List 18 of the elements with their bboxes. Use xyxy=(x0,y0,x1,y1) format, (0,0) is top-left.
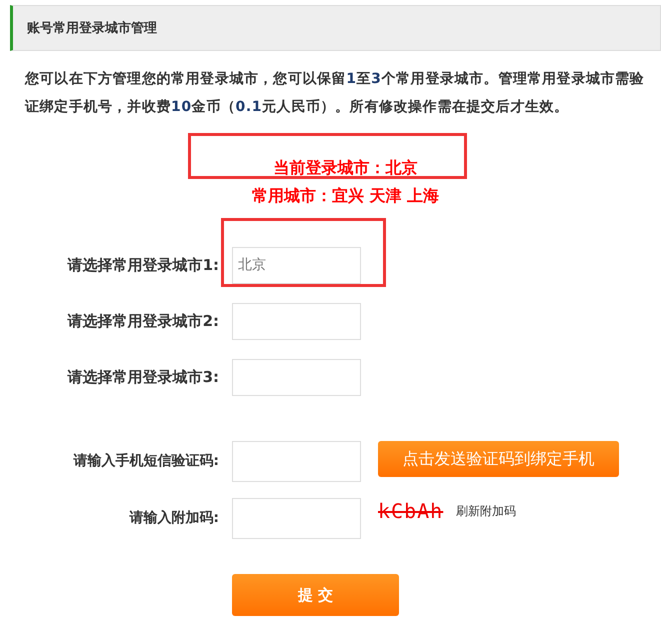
field-label: 请选择常用登录城市3: xyxy=(66,368,219,386)
field-label: 请选择常用登录城市2: xyxy=(66,312,219,330)
current-city-text: 当前登录城市：北京 xyxy=(272,157,418,179)
submit-button[interactable]: 提 交 xyxy=(232,574,399,616)
send-code-button[interactable]: 点击发送验证码到绑定手机 xyxy=(378,441,619,477)
city-input-field[interactable] xyxy=(232,302,361,340)
captcha-input-field[interactable] xyxy=(232,498,361,539)
city-input-field[interactable] xyxy=(232,358,361,396)
intro-text: 您可以在下方管理您的常用登录城市，您可以保留1至3个常用登录城市。管理常用登录城市需验证绑定手机号，并收费10金币（0.1元人民币）。所有修改操作需在提交后才生效。 xyxy=(25,70,646,117)
field-label: 请选择常用登录城市1: xyxy=(66,256,219,274)
frequent-cities-text: 常用城市：宜兴 天津 上海 xyxy=(250,185,440,207)
city-input-field[interactable]: 北京 xyxy=(232,246,361,284)
field-label: 请输入手机短信验证码: xyxy=(72,452,219,471)
sms-code-input-field[interactable] xyxy=(232,441,361,482)
captcha-code[interactable]: kCbAh xyxy=(378,498,444,524)
section-title: 账号常用登录城市管理 xyxy=(27,20,157,37)
field-label: 请输入附加码: xyxy=(128,509,219,528)
refresh-captcha-link[interactable]: 刷新附加码 xyxy=(456,498,516,524)
